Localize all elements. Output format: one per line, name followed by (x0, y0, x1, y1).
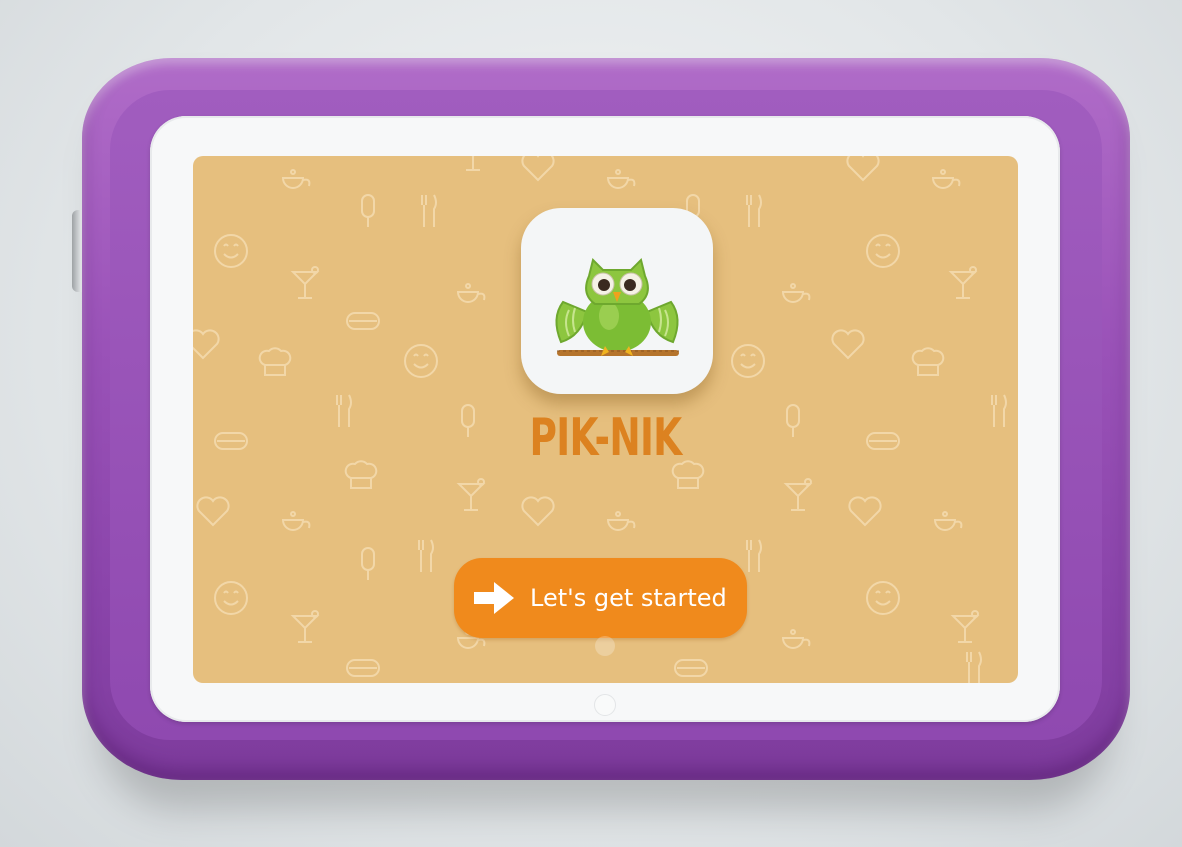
device-mockup: PIK-NIK Let's get started (0, 0, 1182, 847)
start-button-label: Let's get started (530, 584, 727, 612)
lets-get-started-button[interactable]: Let's get started (454, 558, 747, 638)
app-title: PIK-NIK (529, 408, 683, 468)
app-logo (521, 208, 713, 394)
touch-indicator (595, 636, 615, 656)
app-screen: PIK-NIK Let's get started (193, 156, 1018, 683)
arrow-right-icon (474, 582, 514, 614)
owl-logo-icon (555, 258, 679, 356)
home-button[interactable] (594, 694, 616, 716)
